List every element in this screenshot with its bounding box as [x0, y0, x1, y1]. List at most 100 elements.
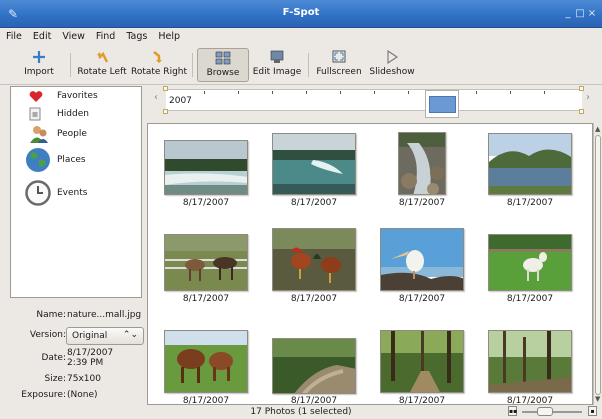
photo-thumbnail[interactable] [488, 234, 572, 291]
photo-cell[interactable]: 8/17/2007 [482, 324, 578, 404]
minimize-button[interactable]: _ [562, 8, 574, 20]
timeline[interactable]: ‹ 2007 › [150, 86, 602, 118]
timeline-tick [340, 91, 341, 94]
photo-cell[interactable]: 8/17/2007 [374, 132, 470, 220]
photo-cell[interactable]: 8/17/2007 [158, 228, 254, 316]
waterfall-teal-image [273, 134, 355, 194]
menu-find[interactable]: Find [90, 28, 120, 42]
zoom-control[interactable]: ▪▪ ▪ [508, 406, 600, 418]
edit-image-label: Edit Image [252, 67, 302, 77]
toolbar-separator [70, 53, 71, 77]
updown-arrow-icon: ⌃⌄ [122, 330, 138, 340]
toolbar-separator [192, 53, 193, 77]
timeline-left-arrow-icon[interactable]: ‹ [154, 92, 158, 103]
forest-sun-image [489, 331, 571, 392]
rotate-right-icon [153, 51, 162, 63]
photo-cell[interactable]: 8/17/2007 [158, 324, 254, 404]
photo-thumbnail[interactable] [164, 330, 248, 393]
slideshow-icon [387, 50, 398, 64]
close-button[interactable]: × [586, 8, 598, 20]
photo-cell[interactable]: 8/17/2007 [158, 132, 254, 220]
rotate-left-button[interactable]: Rotate Left [76, 48, 128, 82]
import-button[interactable]: Import [20, 48, 58, 82]
category-hidden[interactable]: Hidden [11, 106, 141, 126]
import-label: Import [24, 67, 54, 77]
timeline-handle-left-top[interactable] [163, 86, 168, 91]
path-trees-image [273, 339, 355, 393]
menu-edit[interactable]: Edit [27, 28, 56, 42]
timeline-tick [374, 91, 375, 94]
photo-cell[interactable]: 8/17/2007 [482, 228, 578, 316]
scroll-up-icon[interactable]: ▲ [595, 125, 600, 133]
photo-thumbnail[interactable] [488, 133, 572, 195]
photo-cell[interactable]: 8/17/2007 [374, 228, 470, 316]
horses-image [165, 235, 247, 290]
timeline-handle-right-top[interactable] [579, 86, 584, 91]
version-select[interactable]: Original ⌃⌄ [66, 327, 144, 345]
date-label: Date: [41, 353, 66, 363]
maximize-button[interactable]: □ [574, 8, 586, 20]
version-value: Original [72, 331, 108, 341]
photo-thumbnail[interactable] [398, 132, 446, 195]
rotate-right-label: Rotate Right [130, 67, 188, 77]
menu-help[interactable]: Help [152, 28, 185, 42]
menu-bar: File Edit View Find Tags Help [0, 28, 602, 45]
photo-thumbnail[interactable] [164, 140, 248, 195]
photo-thumbnail[interactable] [488, 330, 572, 393]
timeline-tick [204, 91, 205, 94]
menu-file[interactable]: File [0, 28, 27, 42]
roosters-image [273, 229, 355, 290]
timeline-right-arrow-icon[interactable]: › [586, 92, 590, 103]
category-label: Favorites [57, 91, 98, 101]
size-value: 75x100 [67, 374, 101, 384]
name-label: Name: [36, 310, 66, 320]
category-tree: Favorites Hidden People Places Events [10, 86, 142, 298]
category-people[interactable]: People [11, 124, 141, 148]
menu-view[interactable]: View [56, 28, 90, 42]
category-events[interactable]: Events [11, 180, 141, 210]
timeline-handle-right-bottom[interactable] [579, 109, 584, 114]
photo-date: 8/17/2007 [290, 396, 338, 405]
category-places[interactable]: Places [11, 147, 141, 177]
scroll-down-icon[interactable]: ▼ [595, 395, 600, 403]
photo-cell[interactable]: 8/17/2007 [266, 324, 362, 405]
photo-info-panel: Name: nature...mall.jpg Version: Origina… [8, 304, 144, 404]
photo-cell[interactable]: 8/17/2007 [266, 228, 362, 316]
photo-date: 8/17/2007 [506, 294, 554, 304]
photo-thumbnail[interactable] [272, 338, 356, 394]
forest-path-image [381, 331, 463, 392]
menu-tags[interactable]: Tags [120, 28, 152, 42]
photo-cell[interactable]: 8/17/2007 [266, 132, 362, 220]
photo-cell[interactable]: 8/17/2007 [374, 324, 470, 404]
window-title: F-Spot [282, 7, 320, 18]
timeline-handle-left-bottom[interactable] [163, 109, 168, 114]
scrollbar-thumb[interactable] [595, 135, 601, 395]
timeline-track[interactable]: 2007 [166, 89, 582, 118]
browse-button[interactable]: Browse [197, 48, 249, 82]
zoom-in-icon[interactable]: ▪ [588, 406, 597, 416]
zoom-out-icon[interactable]: ▪▪ [508, 406, 517, 416]
fullscreen-button[interactable]: Fullscreen [314, 48, 364, 82]
goat-image [489, 235, 571, 290]
timeline-selection[interactable] [425, 90, 459, 118]
edit-image-button[interactable]: Edit Image [252, 48, 302, 82]
rotate-left-label: Rotate Left [77, 67, 127, 77]
photo-thumbnail[interactable] [380, 228, 464, 291]
photo-date: 8/17/2007 [290, 294, 338, 304]
photo-thumbnail[interactable] [272, 228, 356, 291]
rotate-right-button[interactable]: Rotate Right [130, 48, 188, 82]
timeline-year: 2007 [169, 96, 192, 106]
photo-grid[interactable]: 8/17/2007 8/17/2007 8/17/2007 8/17/2007 … [147, 123, 593, 405]
photo-thumbnail[interactable] [380, 330, 464, 393]
photo-cell[interactable]: 8/17/2007 [482, 132, 578, 220]
browse-icon [215, 51, 231, 65]
title-bar: ✎ F-Spot _ □ × [0, 0, 602, 28]
photo-thumbnail[interactable] [164, 234, 248, 291]
browse-label: Browse [206, 68, 240, 78]
fullscreen-label: Fullscreen [316, 67, 362, 77]
zoom-slider-knob[interactable] [537, 407, 554, 416]
slideshow-button[interactable]: Slideshow [368, 48, 416, 82]
photo-thumbnail[interactable] [272, 133, 356, 195]
rotate-left-icon [97, 51, 109, 63]
vertical-scrollbar[interactable]: ▲ ▼ [593, 123, 602, 405]
